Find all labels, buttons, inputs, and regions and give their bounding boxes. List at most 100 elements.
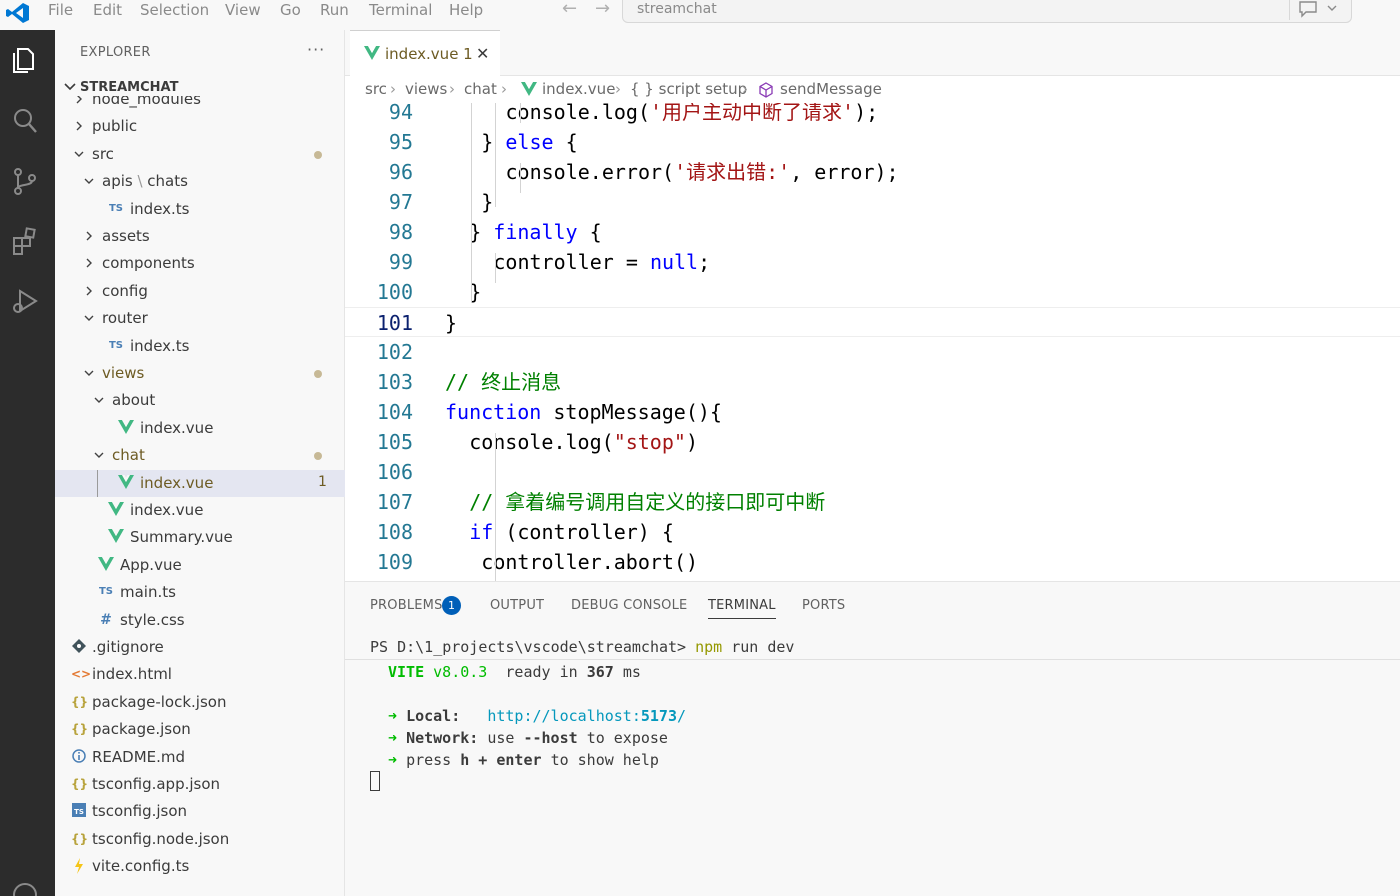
- menu-selection[interactable]: Selection: [140, 0, 209, 22]
- code-line[interactable]: 101}: [345, 307, 1400, 337]
- tree-file-index-vue[interactable]: index.vue: [55, 415, 345, 442]
- tab-ports[interactable]: PORTS: [802, 598, 845, 613]
- chevron-right-icon[interactable]: [83, 230, 95, 242]
- code-line[interactable]: 102: [345, 337, 1400, 367]
- chevron-down-icon[interactable]: [93, 449, 105, 461]
- tree-folder-config[interactable]: config: [55, 278, 345, 305]
- local-url-port[interactable]: 5173: [641, 707, 677, 725]
- menu-go[interactable]: Go: [280, 0, 301, 22]
- path-separator: \: [132, 172, 148, 191]
- tree-folder-apis[interactable]: apis \ chats: [55, 168, 345, 195]
- tab-debug-console[interactable]: DEBUG CONSOLE: [571, 598, 687, 613]
- tree-file-index-ts[interactable]: TS index.ts: [55, 333, 345, 360]
- code-line[interactable]: 96 console.error('请求出错:', error);: [345, 157, 1400, 187]
- code-line[interactable]: 104 function stopMessage(){: [345, 397, 1400, 427]
- code-line[interactable]: 107 // 拿着编号调用自定义的接口即可中断: [345, 487, 1400, 517]
- tree-item-label: package-lock.json: [92, 692, 227, 711]
- back-arrow-icon[interactable]: ←: [562, 0, 577, 18]
- search-icon[interactable]: [10, 106, 40, 136]
- source-control-icon[interactable]: [10, 166, 40, 196]
- tree-folder-router[interactable]: router: [55, 305, 345, 332]
- breadcrumb-src[interactable]: src: [365, 80, 387, 98]
- breadcrumb-index-vue[interactable]: index.vue: [542, 80, 615, 98]
- network-text-2: to expose: [586, 729, 668, 747]
- menu-run[interactable]: Run: [320, 0, 349, 22]
- forward-arrow-icon[interactable]: →: [595, 0, 610, 18]
- tree-file-index-ts[interactable]: TS index.ts: [55, 196, 345, 223]
- chevron-down-icon[interactable]: [93, 394, 105, 406]
- code-line[interactable]: 98} finally {: [345, 217, 1400, 247]
- tab-terminal[interactable]: TERMINAL: [708, 598, 776, 619]
- tree-file-tsconfig-json[interactable]: TS tsconfig.json: [55, 798, 345, 825]
- chevron-down-icon[interactable]: [83, 367, 95, 379]
- run-debug-icon[interactable]: [10, 286, 40, 316]
- close-icon[interactable]: ✕: [476, 44, 489, 63]
- tree-file-package-lock-json[interactable]: {} package-lock.json: [55, 689, 345, 716]
- chevron-right-icon[interactable]: [73, 120, 85, 132]
- terminal[interactable]: PS D:\1_projects\vscode\streamchat> npm …: [345, 632, 1400, 896]
- command-center-search[interactable]: streamchat: [622, 0, 1352, 23]
- menu-file[interactable]: File: [48, 0, 73, 22]
- extensions-icon[interactable]: [10, 226, 40, 256]
- tree-file-readme-md[interactable]: README.md: [55, 744, 345, 771]
- chevron-down-icon[interactable]: [83, 312, 95, 324]
- code-line[interactable]: 109 controller.abort(): [345, 547, 1400, 577]
- chevron-down-icon[interactable]: [73, 148, 85, 160]
- chat-button[interactable]: [1289, 0, 1349, 20]
- local-url-prefix[interactable]: http://localhost:: [487, 707, 641, 725]
- tree-file-vite-config-ts[interactable]: vite.config.ts: [55, 853, 345, 880]
- tree-file-package-json[interactable]: {} package.json: [55, 716, 345, 743]
- code-line[interactable]: 95} else {: [345, 127, 1400, 157]
- tab-output[interactable]: OUTPUT: [490, 598, 544, 613]
- chevron-right-icon[interactable]: [73, 96, 85, 105]
- code-line[interactable]: 97}: [345, 187, 1400, 217]
- tree-folder-views[interactable]: views: [55, 360, 345, 387]
- tree-folder-public[interactable]: public: [55, 113, 345, 140]
- modified-dot-icon: [314, 150, 322, 159]
- tree-file-style-css[interactable]: # style.css: [55, 607, 345, 634]
- menu-help[interactable]: Help: [449, 0, 483, 22]
- code-line[interactable]: 105 console.log("stop"): [345, 427, 1400, 457]
- terminal-command-npm: npm: [695, 638, 723, 656]
- tree-file-app-vue[interactable]: App.vue: [55, 552, 345, 579]
- vscode-logo-icon[interactable]: [6, 2, 30, 24]
- chevron-down-icon[interactable]: [83, 175, 95, 187]
- menu-edit[interactable]: Edit: [93, 0, 122, 22]
- tree-folder-node-modules[interactable]: node_modules: [55, 96, 345, 113]
- chevron-right-icon[interactable]: [83, 285, 95, 297]
- breadcrumb-views[interactable]: views: [405, 80, 447, 98]
- code-line[interactable]: 100}: [345, 277, 1400, 307]
- tree-file-index-vue[interactable]: index.vue: [55, 497, 345, 524]
- tree-file-main-ts[interactable]: TS main.ts: [55, 579, 345, 606]
- menu-view[interactable]: View: [225, 0, 261, 22]
- tree-file-summary-vue[interactable]: Summary.vue: [55, 524, 345, 551]
- tree-folder-about[interactable]: about: [55, 387, 345, 414]
- tree-file--gitignore[interactable]: .gitignore: [55, 634, 345, 661]
- chevron-right-icon[interactable]: [83, 257, 95, 269]
- breadcrumb-sendmessage[interactable]: sendMessage: [780, 80, 882, 98]
- tree-folder-assets[interactable]: assets: [55, 223, 345, 250]
- code-line[interactable]: 103 // 终止消息: [345, 367, 1400, 397]
- tree-folder-chat[interactable]: chat: [55, 442, 345, 469]
- account-icon[interactable]: [10, 880, 40, 896]
- tree-file-index-html[interactable]: <> index.html: [55, 661, 345, 688]
- tab-index-vue[interactable]: index.vue 1 ✕: [350, 30, 500, 76]
- code-line[interactable]: 99 controller = null;: [345, 247, 1400, 277]
- tab-problems[interactable]: PROBLEMS: [370, 598, 443, 613]
- breadcrumb-chat[interactable]: chat: [464, 80, 497, 98]
- explorer-files-icon[interactable]: [10, 45, 40, 75]
- code-editor[interactable]: 94 console.log('用户主动中断了请求'); 95} else {96 c…: [345, 103, 1400, 581]
- tree-file-index-vue[interactable]: index.vue 1: [55, 469, 345, 497]
- tree-folder-src[interactable]: src: [55, 141, 345, 168]
- code-line[interactable]: 94 console.log('用户主动中断了请求');: [345, 103, 1400, 127]
- code-line[interactable]: 106: [345, 457, 1400, 487]
- local-url-suffix[interactable]: /: [677, 707, 686, 725]
- tree-file-tsconfig-node-json[interactable]: {} tsconfig.node.json: [55, 826, 345, 853]
- tree-file-tsconfig-app-json[interactable]: {} tsconfig.app.json: [55, 771, 345, 798]
- code-line[interactable]: 108 if (controller) {: [345, 517, 1400, 547]
- more-actions-icon[interactable]: ···: [307, 40, 325, 59]
- menu-terminal[interactable]: Terminal: [369, 0, 432, 22]
- title-bar: File Edit Selection View Go Run Terminal…: [0, 0, 1400, 30]
- tree-folder-components[interactable]: components: [55, 250, 345, 277]
- breadcrumb-script-setup[interactable]: { } script setup: [630, 80, 747, 98]
